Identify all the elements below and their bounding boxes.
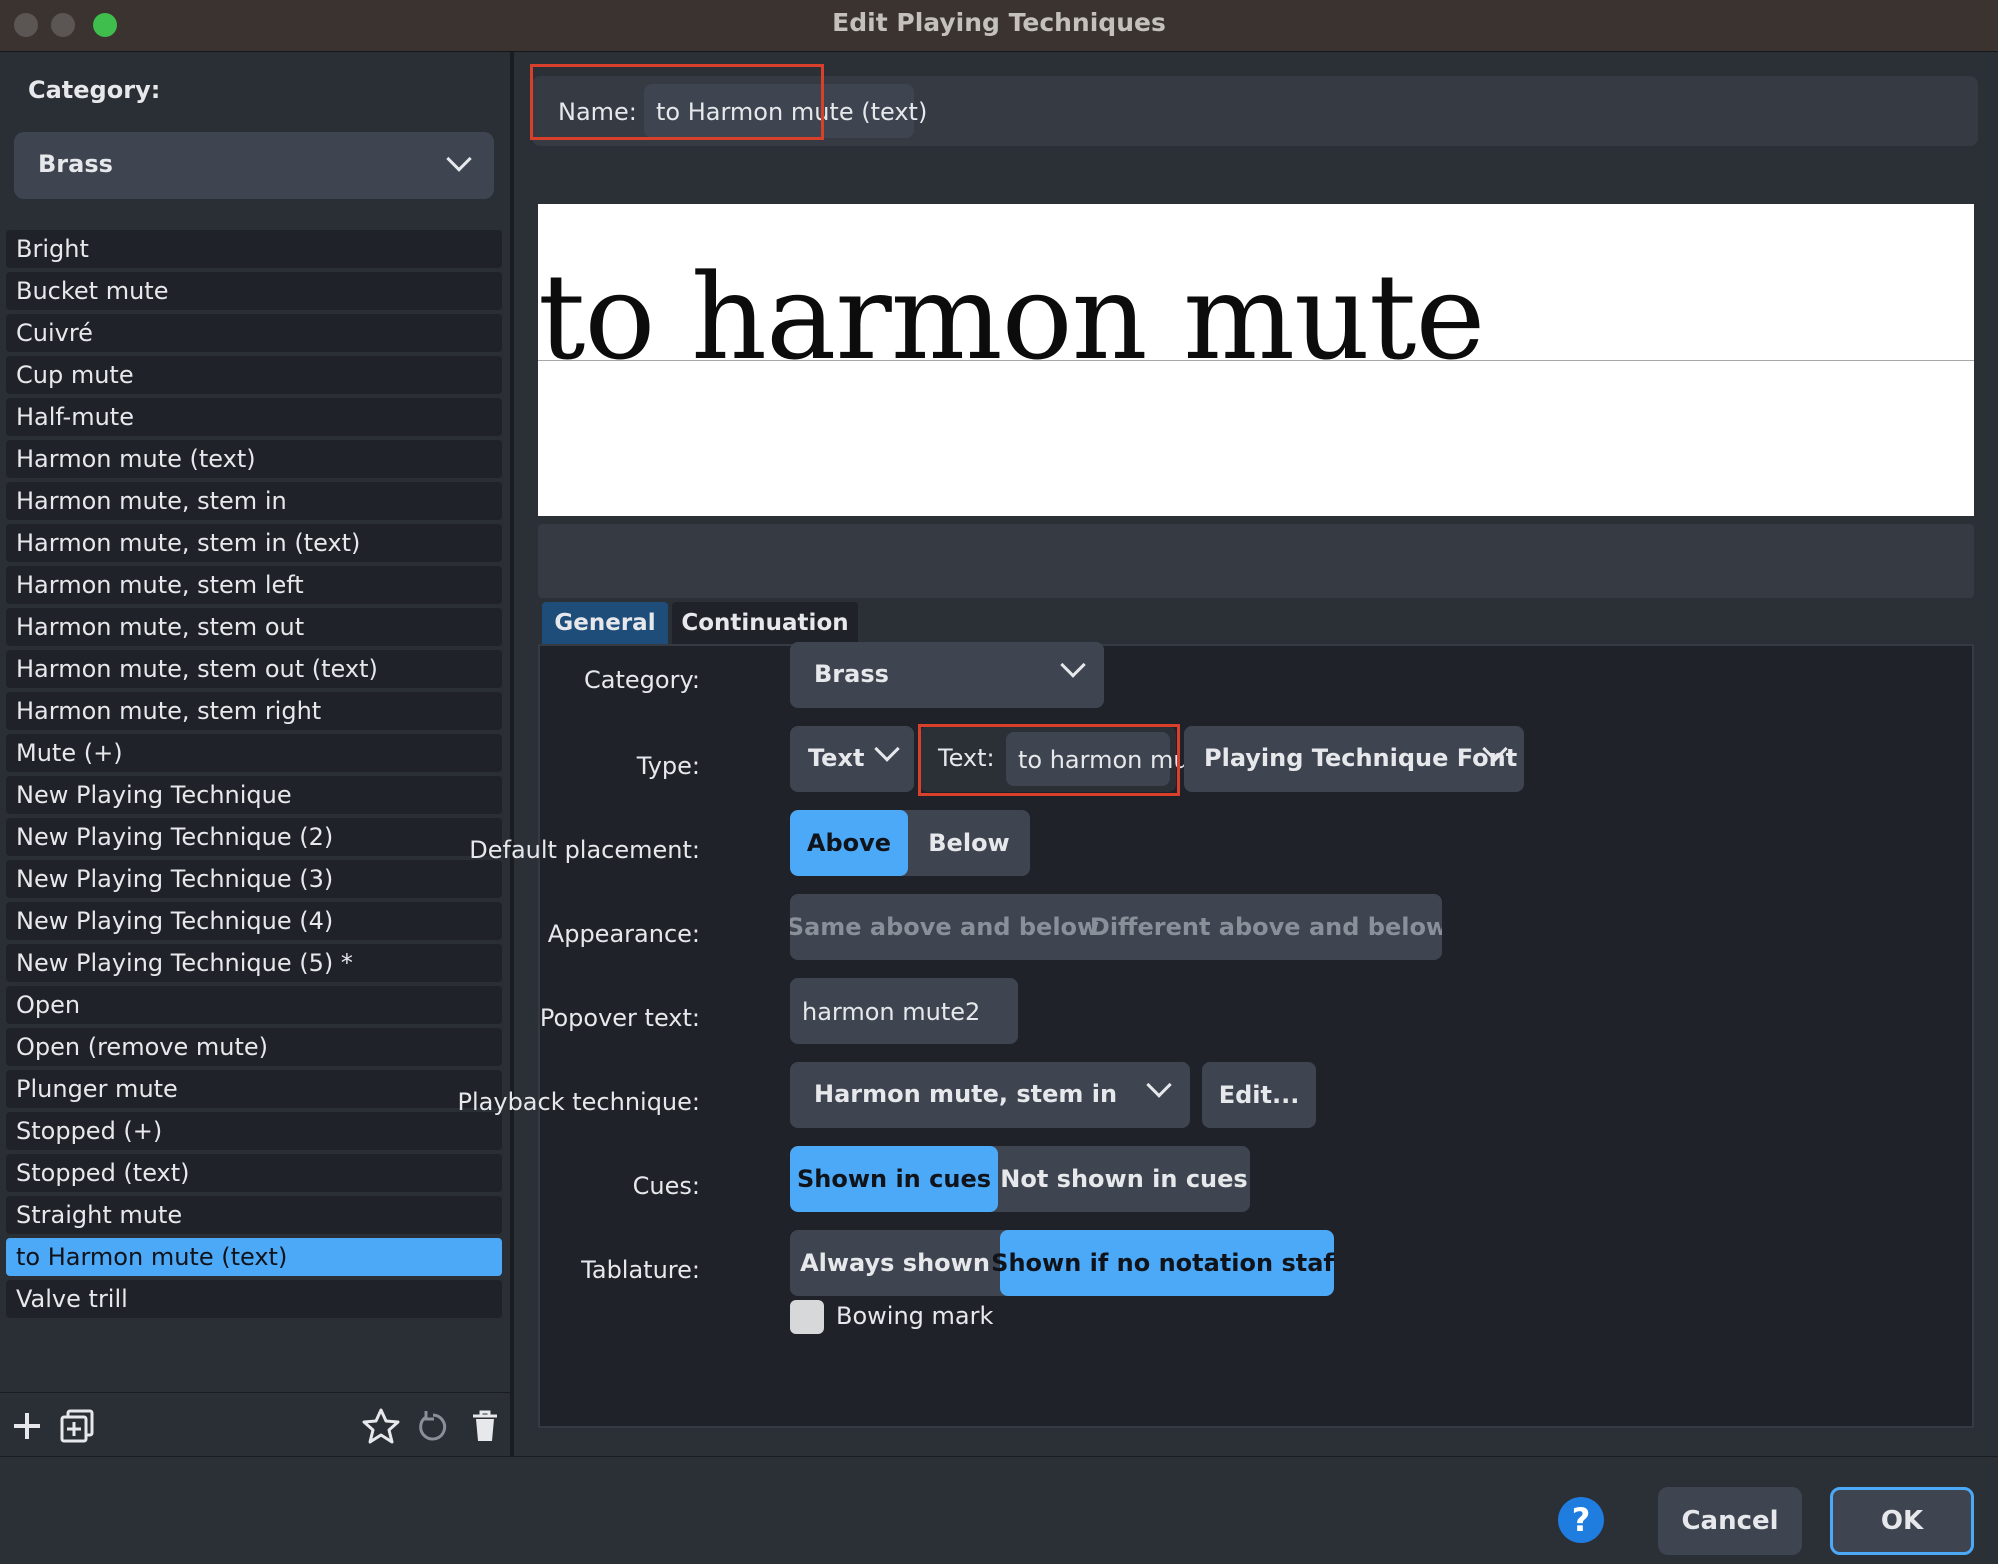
star-icon[interactable] (360, 1405, 402, 1447)
technique-list-item[interactable]: Half-mute (6, 398, 502, 436)
appearance-different-option[interactable]: Different above and below (1090, 894, 1442, 960)
cues-segmented: Shown in cues Not shown in cues (790, 1146, 1250, 1212)
bowing-mark-label: Bowing mark (836, 1302, 994, 1330)
type-label: Type: (636, 752, 700, 780)
category-field-label: Category: (584, 666, 700, 694)
technique-list-item[interactable]: Bright (6, 230, 502, 268)
cancel-button[interactable]: Cancel (1658, 1487, 1802, 1555)
preview-area: to harmon mute (538, 204, 1974, 516)
revert-icon[interactable] (412, 1405, 454, 1447)
technique-list-item[interactable]: Mute (+) (6, 734, 502, 772)
type-select-value: Text (808, 744, 865, 772)
font-select[interactable]: Playing Technique Font (1184, 726, 1524, 792)
placement-segmented: Above Below (790, 810, 1030, 876)
category-dropdown[interactable]: Brass (14, 132, 494, 199)
technique-list-item[interactable]: New Playing Technique (5) * (6, 944, 502, 982)
cues-not-shown-option[interactable]: Not shown in cues (998, 1146, 1250, 1212)
technique-list-item[interactable]: New Playing Technique (2) (6, 818, 502, 856)
placement-above-option[interactable]: Above (790, 810, 908, 876)
window-title: Edit Playing Techniques (832, 8, 1166, 37)
chevron-down-icon (1146, 1072, 1172, 1098)
bowing-mark-checkbox[interactable] (790, 1300, 824, 1334)
category-dropdown-value: Brass (38, 150, 113, 178)
list-toolbar (0, 1392, 510, 1456)
text-highlight-box (918, 724, 1180, 796)
edit-playback-button[interactable]: Edit... (1202, 1062, 1316, 1128)
tablature-if-no-staff-option[interactable]: Shown if no notation staff (991, 1230, 1334, 1296)
baseline-line (538, 360, 1974, 361)
technique-list-item[interactable]: Stopped (+) (6, 1112, 502, 1150)
technique-list-item[interactable]: Open (remove mute) (6, 1028, 502, 1066)
category-select[interactable]: Brass (790, 642, 1104, 708)
placement-label: Default placement: (469, 836, 700, 864)
popover-input-value: harmon mute2 (802, 998, 981, 1026)
preview-text: to harmon mute (538, 248, 1485, 386)
chevron-down-icon (874, 736, 900, 762)
technique-list-item[interactable]: Harmon mute, stem out (6, 608, 502, 646)
tablature-always-option[interactable]: Always shown (790, 1230, 1000, 1296)
technique-list-item[interactable]: Plunger mute (6, 1070, 502, 1108)
dialog-footer: ? Cancel OK (0, 1456, 1998, 1564)
placement-below-option[interactable]: Below (908, 810, 1030, 876)
playback-select[interactable]: Harmon mute, stem in (790, 1062, 1190, 1128)
category-select-value: Brass (814, 660, 889, 688)
title-bar: Edit Playing Techniques (0, 0, 1998, 52)
technique-list-item[interactable]: Harmon mute, stem in (text) (6, 524, 502, 562)
tab-continuation[interactable]: Continuation (672, 602, 858, 644)
technique-list-item[interactable]: Cup mute (6, 356, 502, 394)
technique-list-item[interactable]: Cuivré (6, 314, 502, 352)
type-select[interactable]: Text (790, 726, 914, 792)
tablature-segmented: Always shown Shown if no notation staff (790, 1230, 1334, 1296)
tablature-label: Tablature: (581, 1256, 700, 1284)
technique-list-item[interactable]: Harmon mute, stem right (6, 692, 502, 730)
technique-list-item[interactable]: New Playing Technique (6, 776, 502, 814)
appearance-same-option[interactable]: Same above and below (790, 894, 1099, 960)
name-highlight-box (530, 64, 824, 140)
playback-label: Playback technique: (457, 1088, 700, 1116)
popover-input[interactable]: harmon mute2 (790, 978, 1018, 1044)
technique-list-item[interactable]: Harmon mute, stem out (text) (6, 650, 502, 688)
cues-label: Cues: (632, 1172, 700, 1200)
technique-list-item[interactable]: to Harmon mute (text) (6, 1238, 502, 1276)
technique-list-item[interactable]: Harmon mute, stem in (6, 482, 502, 520)
chevron-down-icon (446, 146, 472, 172)
technique-list-item[interactable]: New Playing Technique (3) (6, 860, 502, 898)
general-tab-content: Category: Brass Type: Text Text: to harm… (458, 642, 1974, 1428)
appearance-segmented: Same above and below Different above and… (790, 894, 1442, 960)
add-icon[interactable] (6, 1405, 48, 1447)
technique-list-item[interactable]: Valve trill (6, 1280, 502, 1318)
popover-label: Popover text: (539, 1004, 700, 1032)
technique-list-item[interactable]: Harmon mute, stem left (6, 566, 502, 604)
appearance-label: Appearance: (547, 920, 700, 948)
category-label: Category: (28, 76, 161, 104)
tab-general[interactable]: General (542, 602, 668, 644)
editor-panel: Name: to Harmon mute (text) to harmon mu… (458, 52, 1998, 1456)
ok-button[interactable]: OK (1830, 1487, 1974, 1555)
cues-shown-option[interactable]: Shown in cues (790, 1146, 998, 1212)
delete-icon[interactable] (464, 1405, 506, 1447)
playback-select-value: Harmon mute, stem in (814, 1080, 1118, 1108)
duplicate-icon[interactable] (56, 1405, 98, 1447)
technique-list-item[interactable]: Straight mute (6, 1196, 502, 1234)
technique-list-item[interactable]: New Playing Technique (4) (6, 902, 502, 940)
chevron-down-icon (1060, 652, 1086, 678)
technique-list-item[interactable]: Harmon mute (text) (6, 440, 502, 478)
technique-list: Bright Bucket mute Cuivré Cup mute Half-mute… (6, 230, 502, 1322)
technique-list-panel: Category: Brass Bright Bucket mute Cuivré C… (0, 52, 510, 1456)
help-button[interactable]: ? (1558, 1497, 1604, 1543)
technique-list-item[interactable]: Stopped (text) (6, 1154, 502, 1192)
preview-strip (538, 524, 1974, 598)
technique-list-item[interactable]: Bucket mute (6, 272, 502, 310)
font-select-value: Playing Technique Font (1204, 744, 1518, 772)
technique-list-item[interactable]: Open (6, 986, 502, 1024)
